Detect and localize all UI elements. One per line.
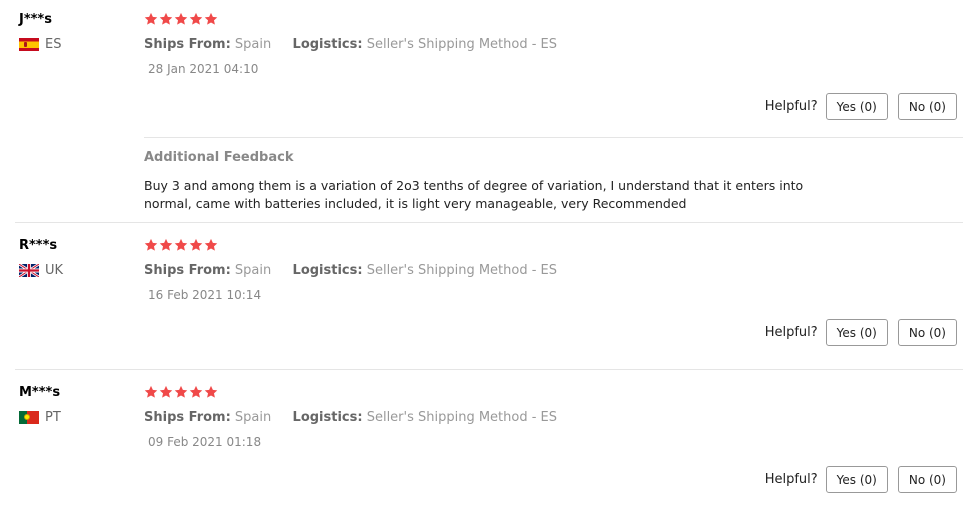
country-code: UK	[45, 263, 64, 278]
logistics-value: Seller's Shipping Method - ES	[366, 263, 558, 278]
reviews-list: J***s ES Ships From: Spain Logistics: Se…	[0, 0, 978, 507]
reviewer-name: J***s	[19, 12, 52, 27]
helpful-votes: Helpful? Yes (0) No (0)	[765, 466, 957, 493]
helpful-yes-button[interactable]: Yes (0)	[825, 93, 888, 120]
shipping-info: Ships From: Spain Logistics: Seller's Sh…	[144, 410, 557, 425]
logistics-value: Seller's Shipping Method - ES	[366, 37, 558, 52]
ships-from-value: Spain	[234, 263, 272, 278]
star-icon	[159, 238, 173, 251]
review-date: 09 Feb 2021 01:18	[148, 435, 262, 449]
star-icon	[189, 12, 203, 25]
ships-from-value: Spain	[234, 410, 272, 425]
star-icon	[159, 12, 173, 25]
shipping-info: Ships From: Spain Logistics: Seller's Sh…	[144, 263, 557, 278]
star-icon	[204, 12, 218, 25]
country-code: ES	[45, 37, 62, 52]
review-date: 28 Jan 2021 04:10	[148, 62, 259, 76]
star-icon	[174, 12, 188, 25]
helpful-no-button[interactable]: No (0)	[897, 93, 957, 120]
ships-from-label: Ships From:	[144, 263, 231, 278]
logistics-label: Logistics:	[292, 37, 363, 52]
logistics-label: Logistics:	[292, 263, 363, 278]
portugal-flag-icon	[19, 411, 39, 424]
star-icon	[144, 238, 158, 251]
helpful-votes: Helpful? Yes (0) No (0)	[765, 93, 957, 120]
divider	[15, 222, 963, 223]
reviewer-country: PT	[19, 410, 61, 425]
divider	[144, 137, 963, 138]
reviewer-name: R***s	[19, 238, 58, 253]
helpful-yes-button[interactable]: Yes (0)	[825, 319, 888, 346]
divider	[15, 369, 963, 370]
logistics-value: Seller's Shipping Method - ES	[366, 410, 558, 425]
star-icon	[174, 238, 188, 251]
additional-feedback-text: Buy 3 and among them is a variation of 2…	[144, 178, 804, 211]
star-icon	[204, 238, 218, 251]
star-icon	[174, 385, 188, 398]
helpful-label: Helpful?	[764, 325, 818, 340]
additional-feedback-title: Additional Feedback	[144, 150, 294, 165]
reviewer-country: UK	[19, 263, 63, 278]
helpful-no-button[interactable]: No (0)	[897, 319, 957, 346]
country-code: PT	[45, 410, 61, 425]
uk-flag-icon	[19, 264, 39, 277]
reviewer-country: ES	[19, 37, 61, 52]
star-icon	[159, 385, 173, 398]
star-icon	[204, 385, 218, 398]
ships-from-value: Spain	[234, 37, 272, 52]
spain-flag-icon	[19, 38, 39, 51]
star-rating	[144, 238, 218, 252]
shipping-info: Ships From: Spain Logistics: Seller's Sh…	[144, 37, 557, 52]
reviewer-name: M***s	[19, 385, 61, 400]
helpful-label: Helpful?	[764, 472, 818, 487]
helpful-no-button[interactable]: No (0)	[897, 466, 957, 493]
star-rating	[144, 12, 218, 26]
logistics-label: Logistics:	[292, 410, 363, 425]
star-icon	[189, 238, 203, 251]
helpful-label: Helpful?	[764, 99, 818, 114]
star-icon	[144, 12, 158, 25]
ships-from-label: Ships From:	[144, 37, 231, 52]
review-date: 16 Feb 2021 10:14	[148, 288, 262, 302]
star-icon	[189, 385, 203, 398]
star-icon	[144, 385, 158, 398]
star-rating	[144, 385, 218, 399]
helpful-votes: Helpful? Yes (0) No (0)	[765, 319, 957, 346]
ships-from-label: Ships From:	[144, 410, 231, 425]
helpful-yes-button[interactable]: Yes (0)	[825, 466, 888, 493]
